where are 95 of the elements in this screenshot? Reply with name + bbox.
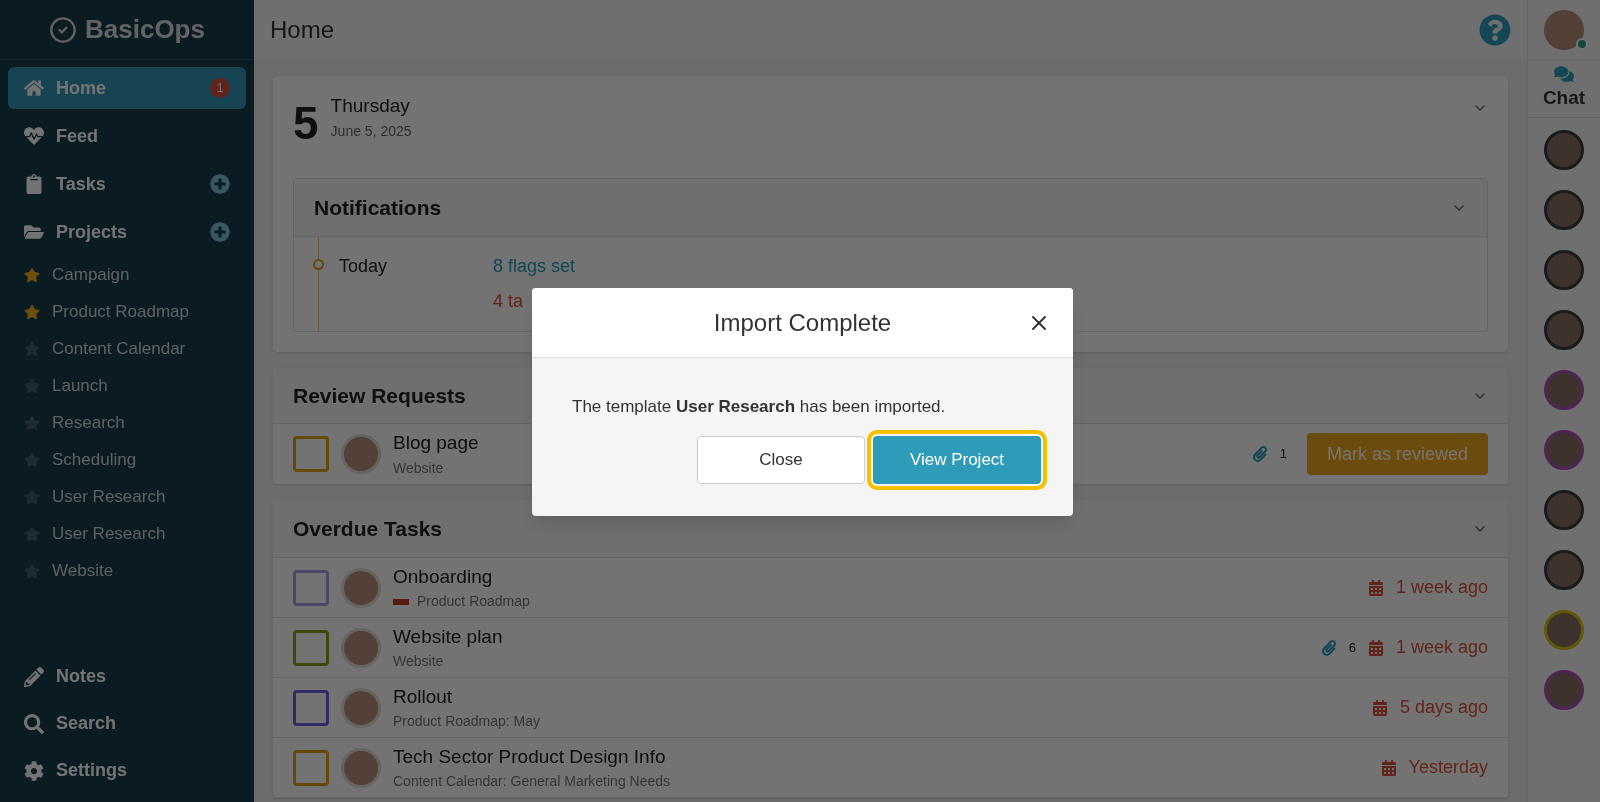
contact-avatar[interactable] [1544,609,1584,650]
project-item[interactable]: Launch [8,367,246,404]
attachment-count: 6 [1348,638,1356,657]
nav-label: Search [56,712,117,735]
project-item[interactable]: Content Calendar [8,330,246,367]
nav-label: Feed [56,124,98,148]
project-name: Content Calendar: General Marketing Needs [393,772,671,792]
avatar [341,687,381,728]
task-title[interactable]: Rollout [393,682,453,712]
logo-icon [49,15,77,44]
contact-avatar[interactable] [1544,369,1584,410]
attachment-count: 1 [1279,445,1287,464]
checkbox[interactable] [293,629,329,666]
project-name: Product Roadmap [417,592,530,612]
due-date: 5 days ago [1399,696,1488,719]
task-title[interactable]: Onboarding [393,562,493,592]
nav-item[interactable]: Home 1 [8,67,246,109]
contact-avatar[interactable] [1544,129,1584,170]
nav-item[interactable]: Settings [8,747,246,794]
task-title[interactable]: Blog page [393,429,479,458]
chat-label[interactable]: Chat [1542,84,1586,113]
nav-item[interactable]: Tasks [8,163,246,205]
avatar [341,747,381,788]
settings-icon [24,760,44,781]
project-item[interactable]: Research [8,404,246,441]
notification-link[interactable]: 8 flags set [493,253,576,280]
logo-text: BasicOps [85,13,205,46]
star-icon[interactable] [24,303,40,320]
project-name: Website [393,652,444,672]
project-item[interactable]: Website [8,552,246,589]
nav-label: Home [56,76,106,100]
task-title[interactable]: Tech Sector Product Design Info [393,742,666,772]
date: June 5, 2025 [330,121,412,141]
contact-avatar[interactable] [1544,309,1584,350]
nav-item[interactable]: Projects [8,211,246,253]
avatar [341,434,381,474]
project-item[interactable]: Scheduling [8,441,246,478]
search-icon [24,713,44,734]
nav-item[interactable]: Notes [8,653,246,700]
dialog-message: The template User Research has been imported. [572,396,947,418]
project-item[interactable]: Campaign [8,256,246,293]
day-number: 5 [293,100,319,146]
project-name: Website [393,458,444,478]
nav-label: Tasks [56,172,106,196]
calendar-icon [1380,759,1397,776]
tasks-icon [24,174,44,194]
add-icon[interactable] [210,174,230,194]
due-date: 1 week ago [1395,576,1488,599]
card-title: Review Requests [293,382,466,409]
card-title: Notifications [314,194,443,221]
nav-item[interactable]: Search [8,700,246,747]
home-icon [24,78,44,98]
project-item[interactable]: User Research [8,515,246,552]
avatar [341,627,381,668]
page-title: Home [270,15,336,45]
nav-label: Notes [56,665,106,688]
calendar-icon [1371,699,1388,716]
nav-item[interactable]: Feed [8,115,246,157]
contact-avatar[interactable] [1544,549,1584,590]
calendar-icon [1367,579,1384,596]
due-date: Yesterday [1408,756,1488,779]
feed-icon [24,126,44,146]
checkbox[interactable] [293,569,329,606]
checkbox[interactable] [293,749,329,786]
help-icon[interactable] [1479,14,1511,46]
close-button[interactable]: Close [697,435,865,484]
contact-avatar[interactable] [1544,189,1584,230]
project-item[interactable]: User Research [8,478,246,515]
notes-icon [24,666,44,687]
contact-avatar[interactable] [1544,429,1584,470]
due-date: 1 week ago [1395,636,1488,659]
notification-badge: 1 [210,78,230,98]
paperclip-icon [1251,446,1268,462]
card-title: Overdue Tasks [293,515,443,542]
add-icon[interactable] [210,222,230,242]
user-avatar[interactable] [1544,9,1584,50]
chat-icon [1554,64,1574,84]
dialog-title: Import Complete [713,307,892,338]
paperclip-icon [1320,639,1337,656]
contact-avatar[interactable] [1544,669,1584,710]
project-item[interactable]: Product Roadmap [8,293,246,330]
group-label: Today [339,255,389,278]
contact-avatar[interactable] [1544,249,1584,290]
calendar-icon [1367,639,1384,656]
project-name: Product Roadmap: May [393,712,541,732]
checkbox[interactable] [293,689,329,726]
weekday: Thursday [330,94,411,118]
star-icon[interactable] [24,266,40,283]
projects-icon [24,222,44,242]
nav-label: Settings [56,759,127,782]
nav-label: Projects [56,220,128,244]
checkbox[interactable] [293,436,329,472]
avatar [341,567,381,608]
contact-avatar[interactable] [1544,489,1584,530]
task-title[interactable]: Website plan [393,622,503,652]
